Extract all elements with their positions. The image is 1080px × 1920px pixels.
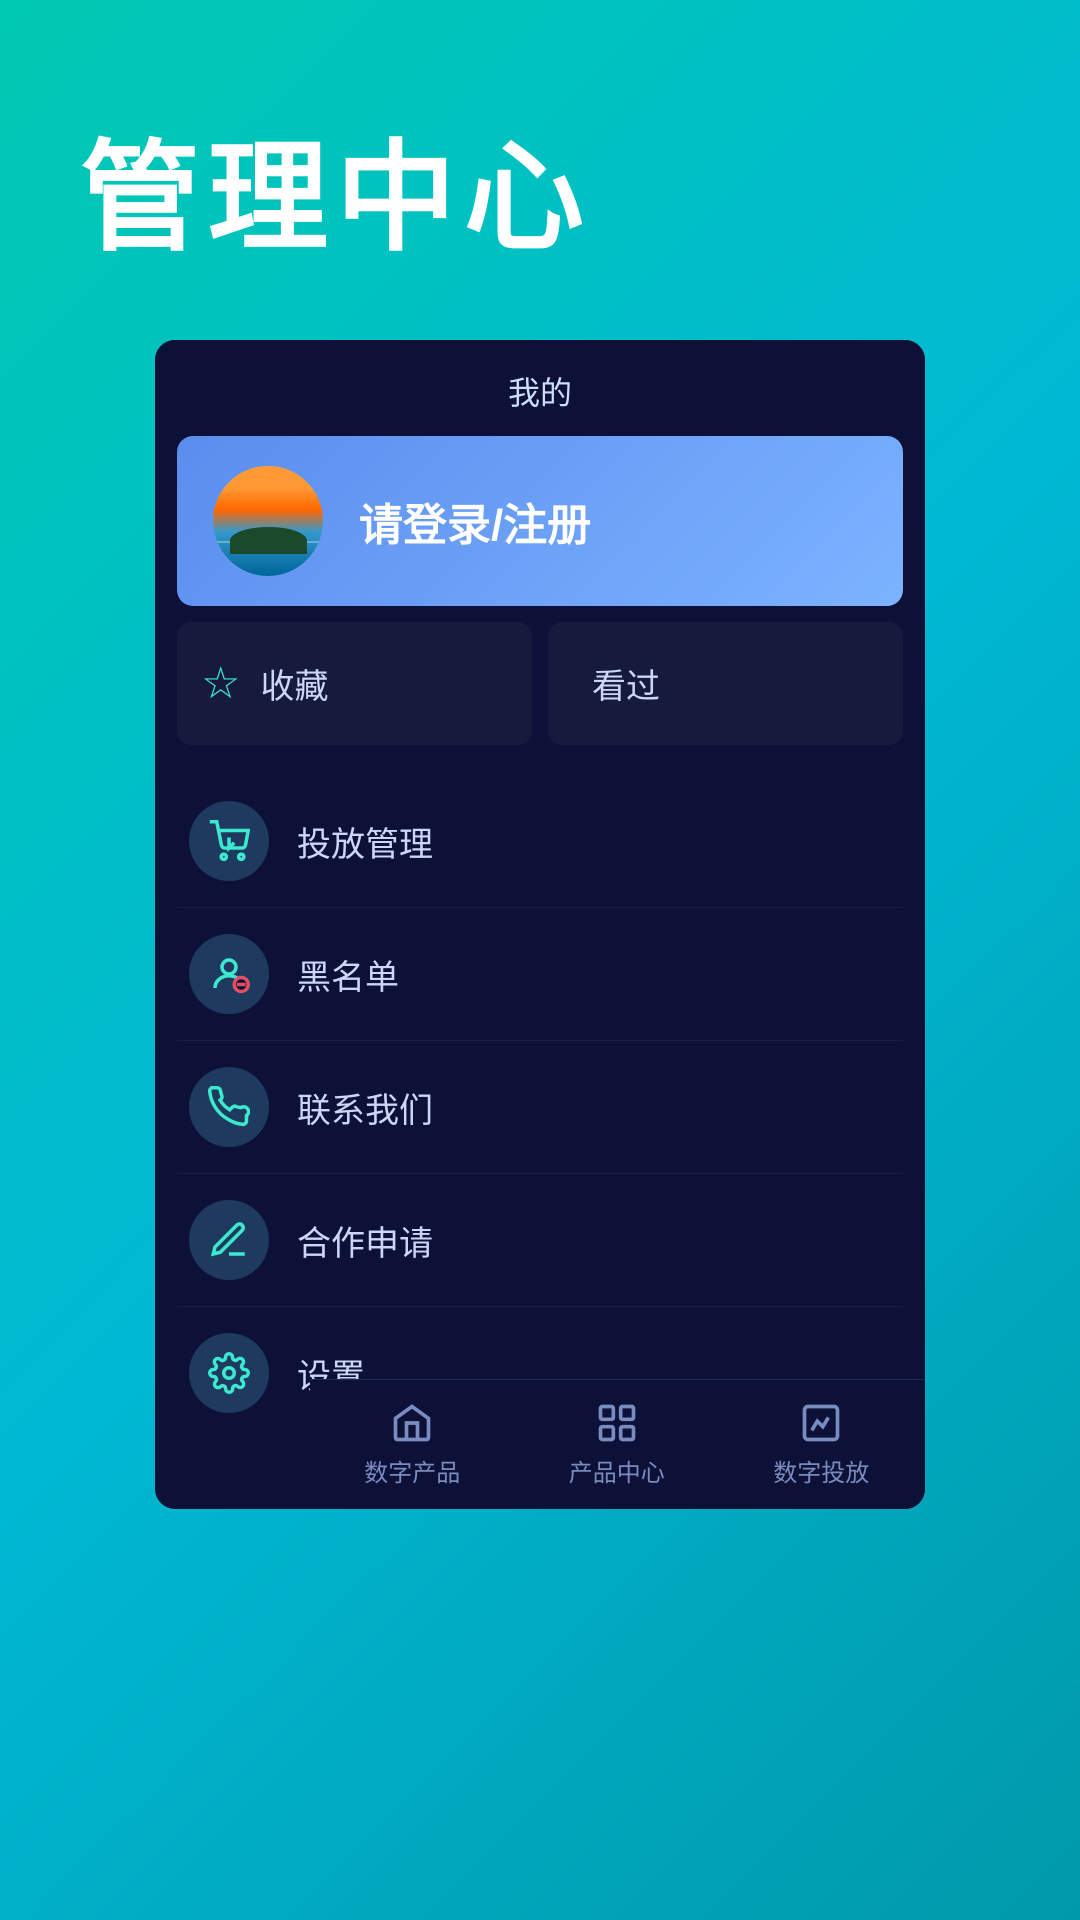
- nav-item-digital-delivery[interactable]: 数字投放: [753, 1391, 889, 1498]
- nav-item-product-center[interactable]: 产品中心: [549, 1391, 685, 1498]
- user-block-icon-bg: [189, 934, 269, 1014]
- menu-list: 投放管理 黑名单 联系我们: [155, 765, 925, 1479]
- edit-icon: [208, 1219, 250, 1261]
- nav-item-digital-products[interactable]: 数字产品: [344, 1391, 480, 1498]
- home-icon: [390, 1401, 434, 1445]
- quick-actions: ☆ 收藏 看过: [177, 622, 903, 745]
- avatar: [213, 466, 323, 576]
- nav-label-product-center: 产品中心: [569, 1453, 665, 1488]
- user-block-icon: [208, 953, 250, 995]
- phone-icon-bg: [189, 1067, 269, 1147]
- chart-icon: [799, 1401, 843, 1445]
- menu-label-blacklist: 黑名单: [297, 950, 399, 999]
- gear-icon-bg: [189, 1333, 269, 1413]
- menu-item-blacklist[interactable]: 黑名单: [177, 908, 903, 1041]
- history-label: 看过: [592, 659, 660, 708]
- grid-icon: [595, 1401, 639, 1445]
- main-card: 我的 请登录/注册 ☆ 收藏 看过: [155, 340, 925, 1509]
- menu-item-ad-management[interactable]: 投放管理: [177, 775, 903, 908]
- cart-down-icon: [208, 820, 250, 862]
- nav-label-digital-delivery: 数字投放: [773, 1453, 869, 1488]
- star-icon: ☆: [201, 658, 240, 709]
- menu-label-ad-management: 投放管理: [297, 817, 433, 866]
- phone-icon: [208, 1086, 250, 1128]
- edit-icon-bg: [189, 1200, 269, 1280]
- login-register-label: 请登录/注册: [359, 489, 591, 553]
- history-button[interactable]: 看过: [548, 622, 903, 745]
- nav-label-digital-products: 数字产品: [364, 1453, 460, 1488]
- gear-icon: [208, 1352, 250, 1394]
- bottom-navigation: 数字产品 产品中心 数字投放 我的: [310, 1379, 925, 1509]
- menu-item-contact[interactable]: 联系我们: [177, 1041, 903, 1174]
- page-title: 管理中心: [80, 100, 592, 274]
- menu-label-contact: 联系我们: [297, 1083, 433, 1132]
- favorites-label: 收藏: [260, 659, 328, 708]
- menu-item-cooperation[interactable]: 合作申请: [177, 1174, 903, 1307]
- login-banner[interactable]: 请登录/注册: [177, 436, 903, 606]
- card-header: 我的: [155, 340, 925, 436]
- cart-down-icon-bg: [189, 801, 269, 881]
- favorites-button[interactable]: ☆ 收藏: [177, 622, 532, 745]
- menu-label-cooperation: 合作申请: [297, 1216, 433, 1265]
